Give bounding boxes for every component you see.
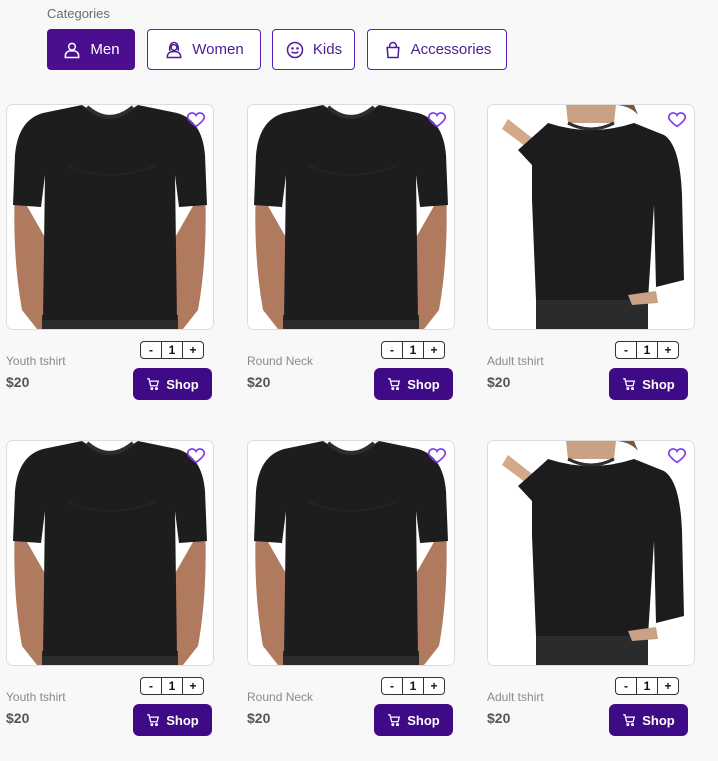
product-price: $20 bbox=[247, 374, 271, 390]
quantity-stepper: - 1 + bbox=[615, 677, 679, 695]
heart-icon[interactable] bbox=[426, 444, 448, 466]
decrement-button[interactable]: - bbox=[616, 678, 636, 694]
cart-icon bbox=[147, 378, 160, 391]
product-image bbox=[7, 105, 213, 329]
heart-icon[interactable] bbox=[185, 444, 207, 466]
product-name: Adult tshirt bbox=[487, 354, 544, 368]
category-label: Accessories bbox=[410, 41, 492, 58]
shop-label: Shop bbox=[166, 376, 199, 392]
quantity-value[interactable]: 1 bbox=[161, 342, 183, 358]
quantity-stepper: - 1 + bbox=[140, 341, 204, 359]
shop-label: Shop bbox=[407, 712, 440, 728]
product-image-box[interactable] bbox=[247, 440, 455, 666]
product-image-box[interactable] bbox=[247, 104, 455, 330]
product-image-box[interactable] bbox=[487, 104, 695, 330]
increment-button[interactable]: + bbox=[658, 342, 678, 358]
heart-icon[interactable] bbox=[666, 444, 688, 466]
category-label: Men bbox=[90, 41, 120, 58]
quantity-stepper: - 1 + bbox=[381, 677, 445, 695]
quantity-stepper: - 1 + bbox=[381, 341, 445, 359]
quantity-value[interactable]: 1 bbox=[636, 678, 658, 694]
product-price: $20 bbox=[6, 374, 30, 390]
shop-button[interactable]: Shop bbox=[133, 704, 212, 736]
product-name: Round Neck bbox=[247, 690, 314, 704]
product-name: Youth tshirt bbox=[6, 690, 66, 704]
product-image bbox=[248, 441, 454, 665]
cart-icon bbox=[147, 714, 160, 727]
category-women-button[interactable]: Women bbox=[147, 29, 261, 70]
product-image-box[interactable] bbox=[487, 440, 695, 666]
shop-label: Shop bbox=[166, 712, 199, 728]
increment-button[interactable]: + bbox=[183, 678, 203, 694]
shop-button[interactable]: Shop bbox=[609, 368, 688, 400]
product-image bbox=[248, 105, 454, 329]
smiley-icon bbox=[286, 41, 304, 58]
shop-button[interactable]: Shop bbox=[374, 704, 453, 736]
increment-button[interactable]: + bbox=[658, 678, 678, 694]
cart-icon bbox=[623, 378, 636, 391]
quantity-stepper: - 1 + bbox=[615, 341, 679, 359]
decrement-button[interactable]: - bbox=[382, 342, 402, 358]
increment-button[interactable]: + bbox=[424, 342, 444, 358]
increment-button[interactable]: + bbox=[183, 342, 203, 358]
quantity-stepper: - 1 + bbox=[140, 677, 204, 695]
cart-icon bbox=[623, 714, 636, 727]
increment-button[interactable]: + bbox=[424, 678, 444, 694]
cart-icon bbox=[388, 378, 401, 391]
category-kids-button[interactable]: Kids bbox=[272, 29, 355, 70]
decrement-button[interactable]: - bbox=[616, 342, 636, 358]
quantity-value[interactable]: 1 bbox=[161, 678, 183, 694]
shop-label: Shop bbox=[407, 376, 440, 392]
shop-label: Shop bbox=[642, 712, 675, 728]
product-image-box[interactable] bbox=[6, 440, 214, 666]
quantity-value[interactable]: 1 bbox=[402, 342, 424, 358]
category-label: Kids bbox=[312, 41, 343, 58]
heart-icon[interactable] bbox=[666, 108, 688, 130]
categories-title: Categories bbox=[47, 6, 110, 21]
person-icon bbox=[64, 42, 80, 58]
product-image bbox=[488, 105, 694, 329]
product-name: Round Neck bbox=[247, 354, 314, 368]
product-price: $20 bbox=[487, 710, 511, 726]
shop-button[interactable]: Shop bbox=[609, 704, 688, 736]
category-accessories-button[interactable]: Accessories bbox=[367, 29, 507, 70]
product-price: $20 bbox=[487, 374, 511, 390]
product-image-box[interactable] bbox=[6, 104, 214, 330]
product-price: $20 bbox=[6, 710, 30, 726]
cart-icon bbox=[388, 714, 401, 727]
category-men-button[interactable]: Men bbox=[47, 29, 135, 70]
category-label: Women bbox=[192, 41, 244, 58]
product-name: Youth tshirt bbox=[6, 354, 66, 368]
woman-icon bbox=[166, 41, 182, 58]
heart-icon[interactable] bbox=[426, 108, 448, 130]
heart-icon[interactable] bbox=[185, 108, 207, 130]
decrement-button[interactable]: - bbox=[382, 678, 402, 694]
decrement-button[interactable]: - bbox=[141, 342, 161, 358]
shop-button[interactable]: Shop bbox=[133, 368, 212, 400]
quantity-value[interactable]: 1 bbox=[402, 678, 424, 694]
product-image bbox=[7, 441, 213, 665]
decrement-button[interactable]: - bbox=[141, 678, 161, 694]
shop-label: Shop bbox=[642, 376, 675, 392]
product-image bbox=[488, 441, 694, 665]
product-price: $20 bbox=[247, 710, 271, 726]
shop-button[interactable]: Shop bbox=[374, 368, 453, 400]
quantity-value[interactable]: 1 bbox=[636, 342, 658, 358]
bag-icon bbox=[385, 41, 400, 58]
product-name: Adult tshirt bbox=[487, 690, 544, 704]
